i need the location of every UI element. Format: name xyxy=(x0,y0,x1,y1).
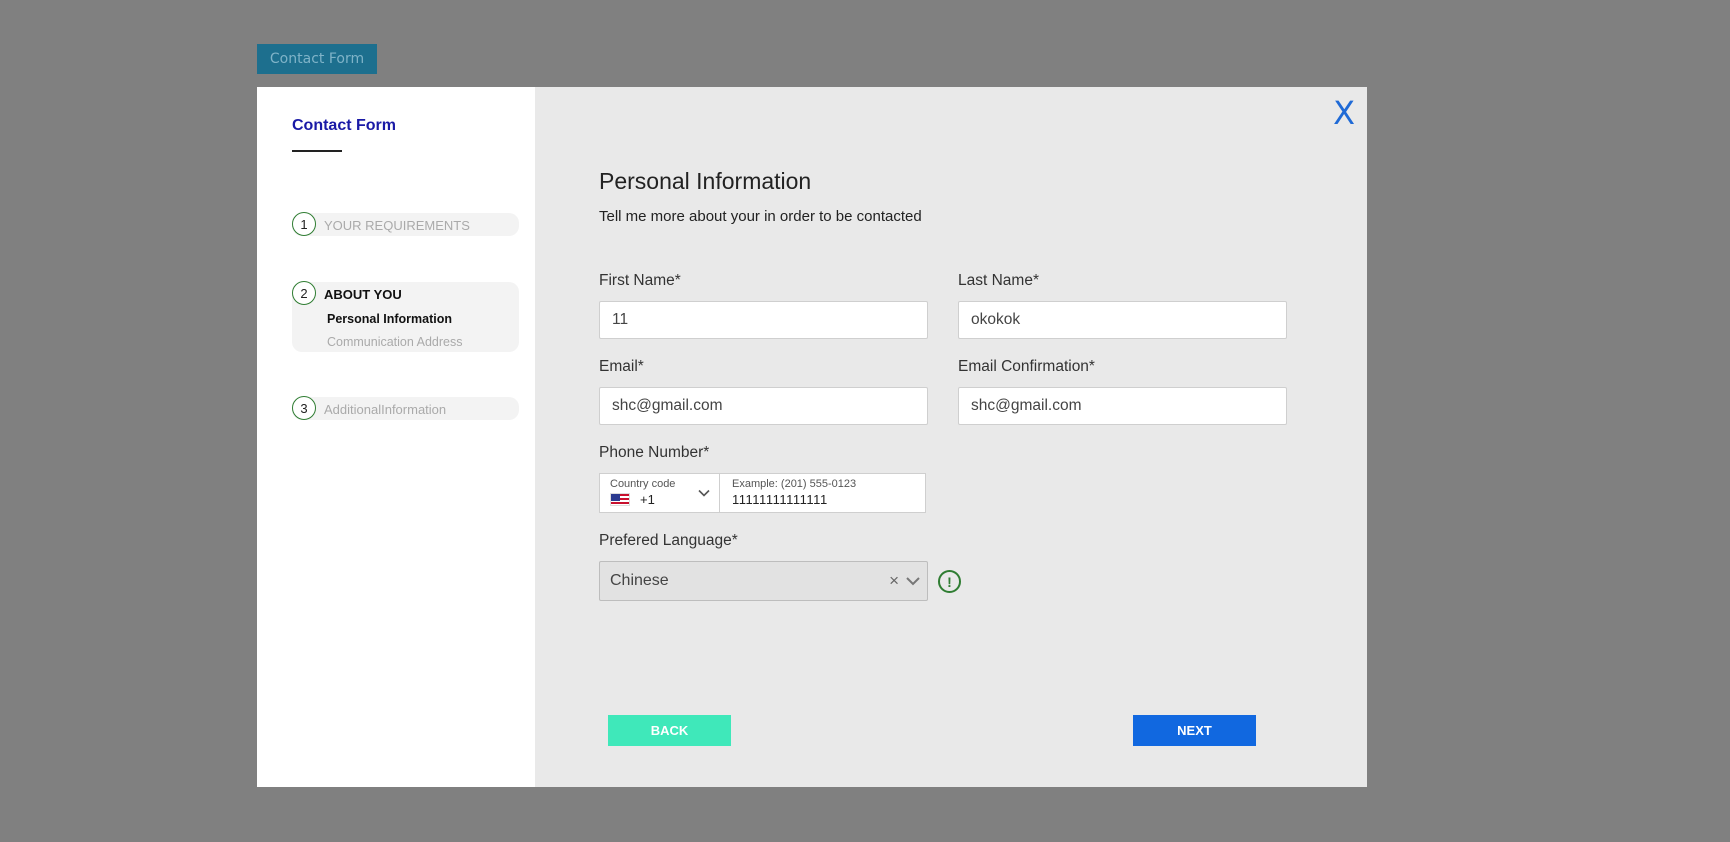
email-input[interactable] xyxy=(599,387,928,425)
email-confirmation-label: Email Confirmation* xyxy=(958,358,1095,375)
country-code-select[interactable]: Country code +1 xyxy=(600,474,720,512)
close-icon[interactable]: X xyxy=(1333,97,1355,129)
last-name-label: Last Name* xyxy=(958,272,1039,289)
preferred-language-select[interactable]: Chinese × xyxy=(599,561,928,601)
first-name-input[interactable] xyxy=(599,301,928,339)
clear-icon[interactable]: × xyxy=(889,562,899,600)
next-button[interactable]: NEXT xyxy=(1133,715,1256,746)
step-additional-information[interactable]: 3 AdditionalInformation xyxy=(292,396,519,420)
contact-form-launch-button[interactable]: Contact Form xyxy=(257,44,377,74)
phone-number-field: Country code +1 Example: (201) 555-0123 … xyxy=(599,473,926,513)
country-code-value: +1 xyxy=(640,492,655,507)
phone-number-value: 11111111111111 xyxy=(732,492,828,507)
title-underline xyxy=(292,150,342,152)
form-panel: X Personal Information Tell me more abou… xyxy=(535,87,1367,787)
us-flag-icon xyxy=(610,493,630,506)
section-title: Personal Information xyxy=(599,168,812,194)
step-number-2: 2 xyxy=(292,281,316,305)
step-label: ABOUT YOU xyxy=(324,287,402,302)
country-code-caption: Country code xyxy=(610,478,676,490)
step-about-you[interactable]: 2 ABOUT YOU Personal Information Communi… xyxy=(292,281,519,352)
warning-icon: ! xyxy=(938,570,961,593)
email-label: Email* xyxy=(599,358,644,375)
phone-number-label: Phone Number* xyxy=(599,444,710,461)
steps-sidebar: Contact Form 1 YOUR REQUIREMENTS 2 ABOUT… xyxy=(257,87,535,787)
preferred-language-label: Prefered Language* xyxy=(599,532,738,549)
substep-personal-information[interactable]: Personal Information xyxy=(327,312,452,326)
step-label: AdditionalInformation xyxy=(324,402,447,417)
section-subtitle: Tell me more about your in order to be c… xyxy=(599,208,922,225)
first-name-label: First Name* xyxy=(599,272,681,289)
last-name-input[interactable] xyxy=(958,301,1287,339)
phone-number-caption: Example: (201) 555-0123 xyxy=(732,478,857,490)
step-number-3: 3 xyxy=(292,396,316,420)
substep-communication-address[interactable]: Communication Address xyxy=(327,335,462,349)
phone-number-input[interactable]: Example: (201) 555-0123 11111111111111 xyxy=(720,474,925,512)
step-number-1: 1 xyxy=(292,212,316,236)
contact-form-modal: Contact Form 1 YOUR REQUIREMENTS 2 ABOUT… xyxy=(257,87,1367,787)
chevron-down-icon[interactable] xyxy=(905,573,921,589)
back-button[interactable]: BACK xyxy=(608,715,731,746)
chevron-down-icon xyxy=(698,489,710,497)
sidebar-title: Contact Form xyxy=(292,117,396,134)
selected-language: Chinese xyxy=(610,572,669,589)
step-label: YOUR REQUIREMENTS xyxy=(324,218,470,233)
step-your-requirements[interactable]: 1 YOUR REQUIREMENTS xyxy=(292,212,519,236)
email-confirmation-input[interactable] xyxy=(958,387,1287,425)
